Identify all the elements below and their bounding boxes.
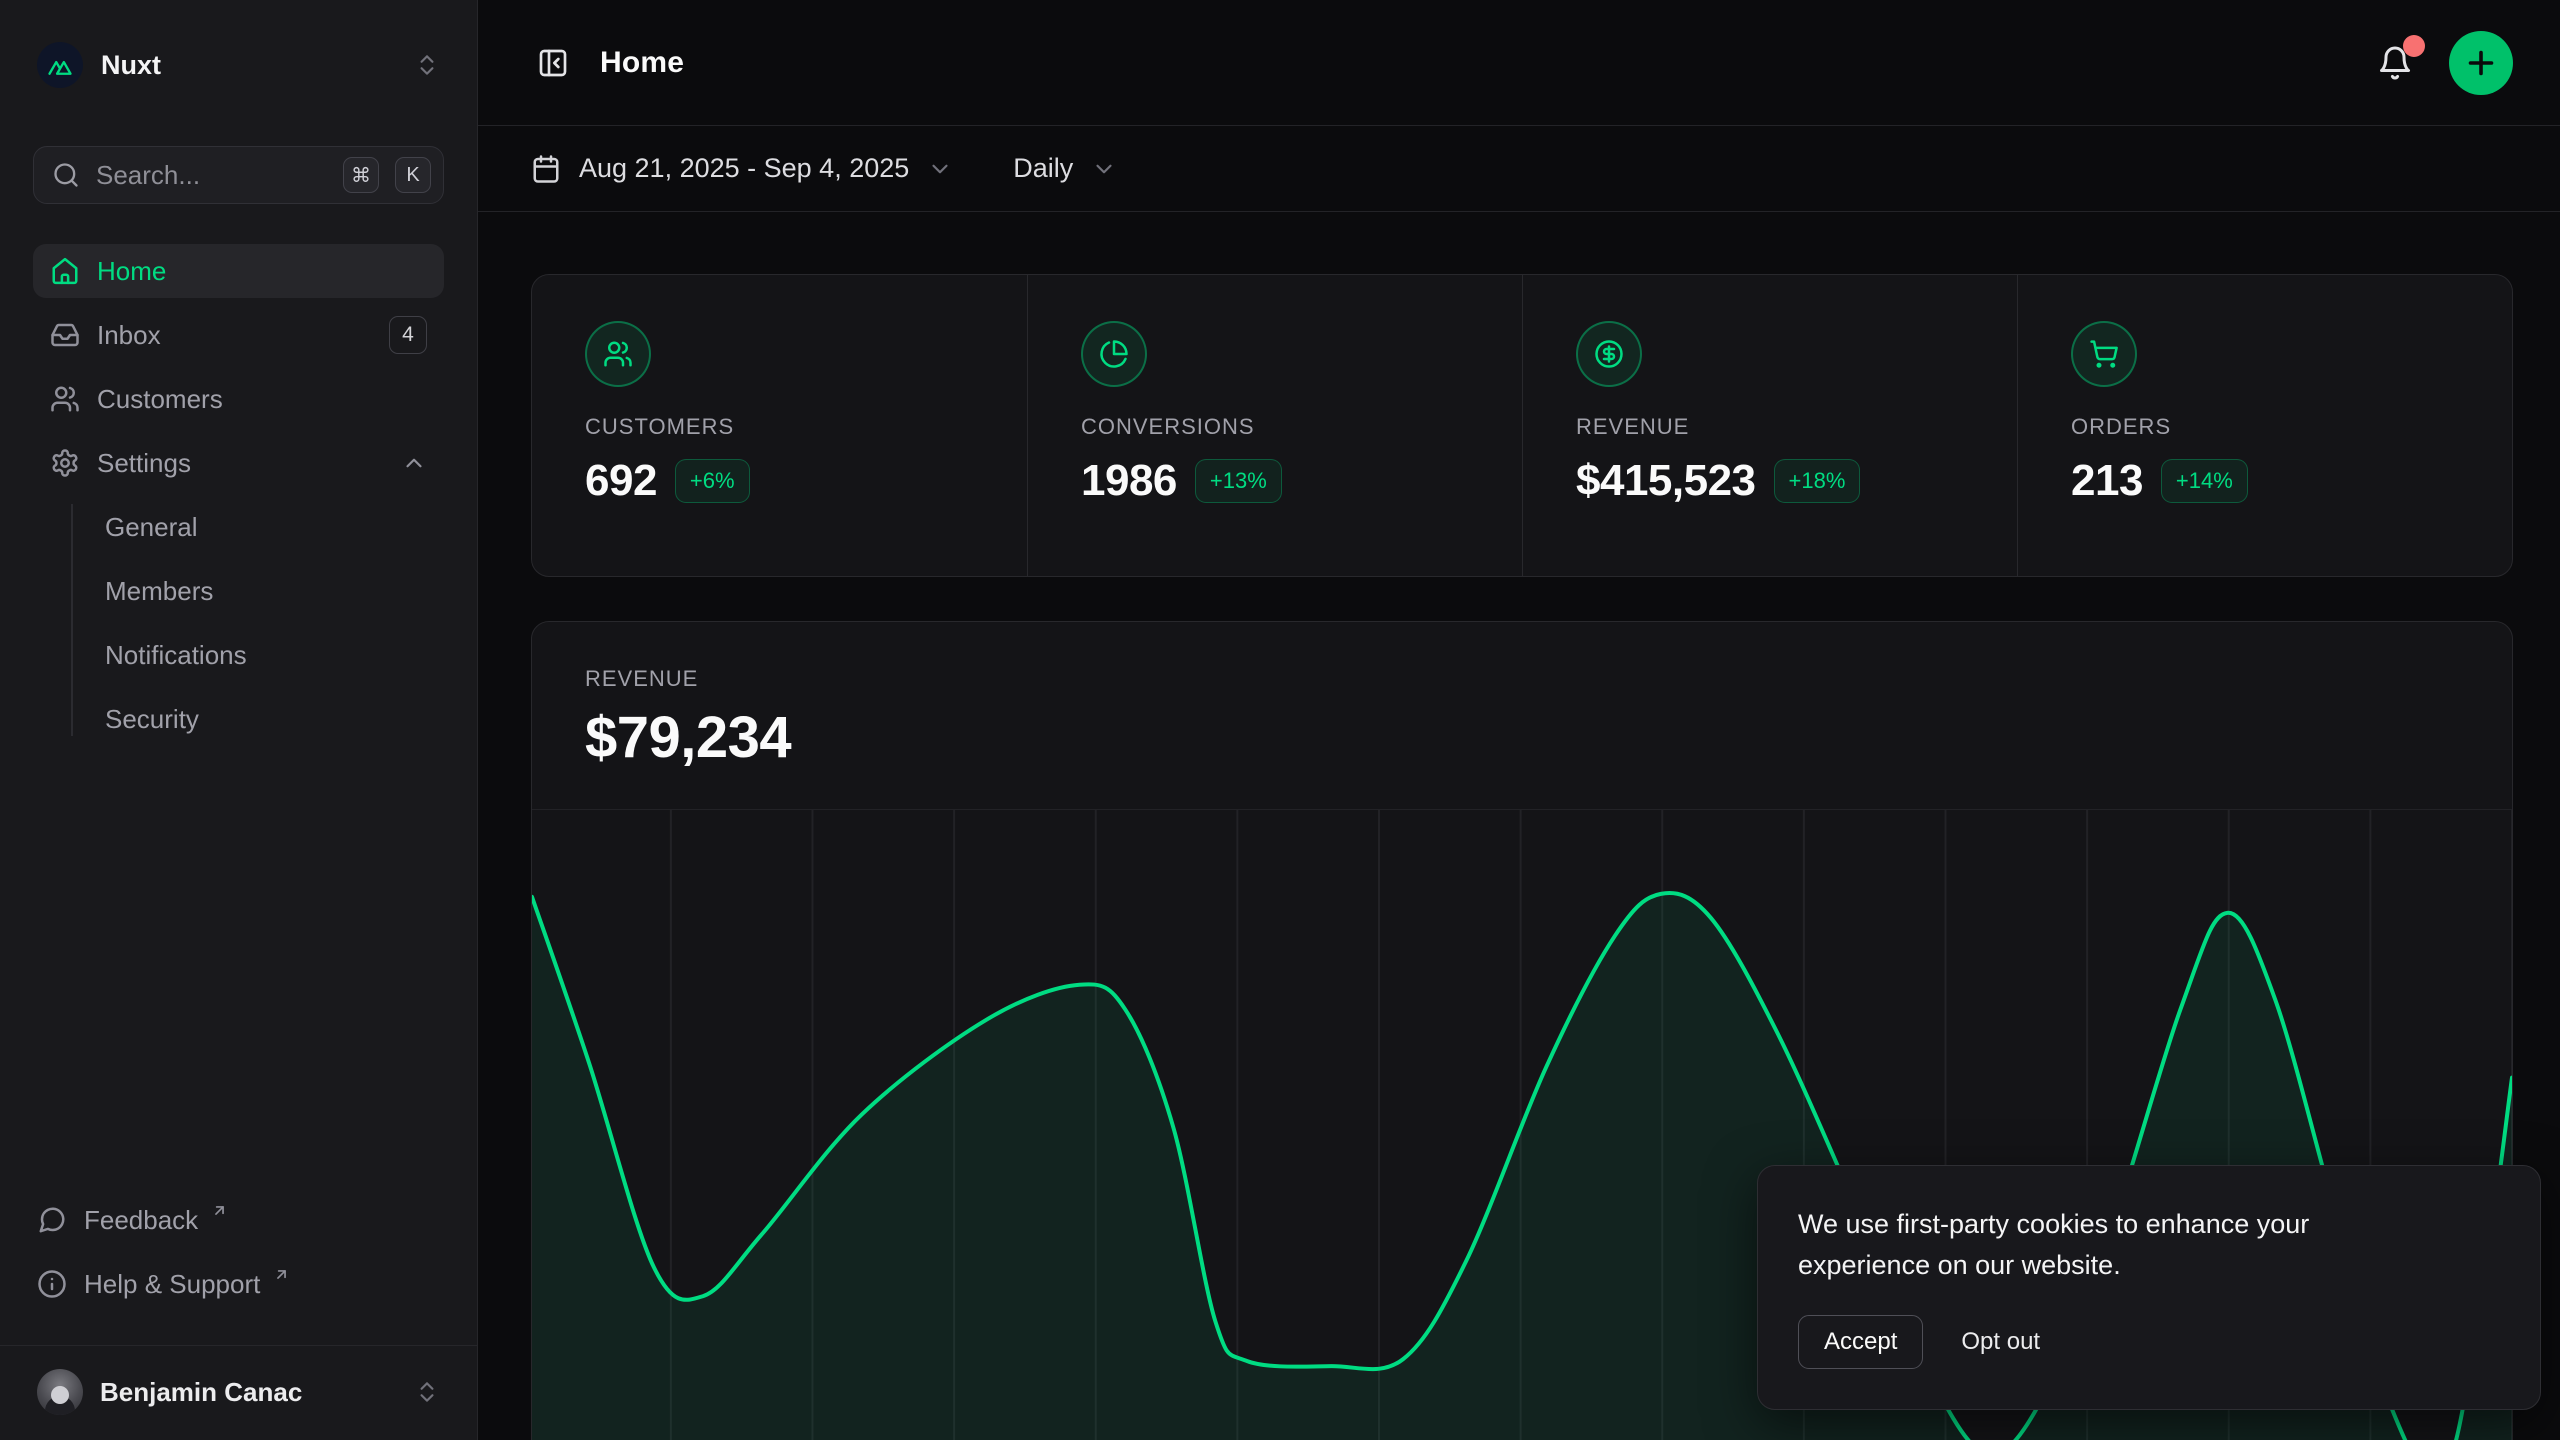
inbox-icon <box>50 320 80 350</box>
cookie-message: We use first-party cookies to enhance yo… <box>1798 1204 2378 1285</box>
sidebar-item-home[interactable]: Home <box>33 244 444 298</box>
chevron-up-icon[interactable] <box>401 450 427 476</box>
brand-name: Nuxt <box>101 50 398 81</box>
chevron-down-icon <box>1091 156 1117 182</box>
stat-delta-badge: +6% <box>675 459 750 503</box>
cookie-banner: We use first-party cookies to enhance yo… <box>1757 1165 2541 1410</box>
plus-icon <box>2463 45 2499 81</box>
inbox-count-badge: 4 <box>389 316 427 354</box>
sidebar-nav: Home Inbox 4 Customers Settings <box>33 244 444 756</box>
chevrons-up-down-icon <box>414 1379 440 1405</box>
stat-value: 692 <box>585 456 657 506</box>
help-support-label: Help & Support <box>84 1269 260 1300</box>
users-icon <box>585 321 651 387</box>
stat-label: ORDERS <box>2071 414 2512 440</box>
date-range-value: Aug 21, 2025 - Sep 4, 2025 <box>579 153 909 184</box>
stat-delta-badge: +14% <box>2161 459 2248 503</box>
filter-bar: Aug 21, 2025 - Sep 4, 2025 Daily <box>478 126 2560 212</box>
feedback-label: Feedback <box>84 1205 198 1236</box>
info-circle-icon <box>37 1269 67 1299</box>
chevron-down-icon <box>927 156 953 182</box>
chevrons-up-down-icon <box>414 52 440 78</box>
message-bubble-icon <box>37 1205 67 1235</box>
panel-left-close-icon <box>537 47 569 79</box>
settings-subnav: General Members Notifications Security <box>33 500 444 746</box>
sidebar-item-label: Settings <box>97 448 191 479</box>
kbd-k: K <box>395 157 431 193</box>
workspace-switcher[interactable]: Nuxt <box>33 40 444 90</box>
external-link-icon <box>211 1202 228 1219</box>
stat-label: REVENUE <box>1576 414 2017 440</box>
sidebar-item-label: Inbox <box>97 320 161 351</box>
search-box[interactable]: ⌘ K <box>33 146 444 204</box>
stat-delta-badge: +18% <box>1774 459 1861 503</box>
stat-value: 213 <box>2071 456 2143 506</box>
sidebar-item-customers[interactable]: Customers <box>33 372 444 426</box>
user-menu[interactable]: Benjamin Canac <box>33 1363 444 1421</box>
sidebar-spacer <box>33 756 444 1193</box>
sidebar-item-label: Home <box>97 256 166 287</box>
sidebar-item-label: Customers <box>97 384 223 415</box>
revenue-chart-label: REVENUE <box>585 666 2459 692</box>
user-section: Benjamin Canac <box>0 1345 477 1440</box>
stat-delta-badge: +13% <box>1195 459 1282 503</box>
stat-value: 1986 <box>1081 456 1177 506</box>
cookie-optout-button[interactable]: Opt out <box>1957 1316 2044 1368</box>
circle-dollar-icon <box>1576 321 1642 387</box>
date-range-picker[interactable]: Aug 21, 2025 - Sep 4, 2025 <box>531 153 953 184</box>
external-link-icon <box>273 1266 290 1283</box>
sidebar-footer: Feedback Help & Support <box>33 1193 444 1345</box>
nuxt-logo <box>37 42 83 88</box>
help-support-link[interactable]: Help & Support <box>33 1257 444 1311</box>
shopping-cart-icon <box>2071 321 2137 387</box>
search-input[interactable] <box>96 160 327 191</box>
user-name: Benjamin Canac <box>100 1377 397 1408</box>
sidebar-item-general[interactable]: General <box>105 500 444 554</box>
cookie-accept-button[interactable]: Accept <box>1798 1315 1923 1369</box>
stat-label: CONVERSIONS <box>1081 414 1522 440</box>
avatar <box>37 1369 83 1415</box>
granularity-value: Daily <box>1013 153 1073 184</box>
notification-dot <box>2403 35 2425 57</box>
feedback-link[interactable]: Feedback <box>33 1193 444 1247</box>
kbd-command: ⌘ <box>343 157 379 193</box>
gear-icon <box>50 448 80 478</box>
stats-panel: CUSTOMERS 692 +6% CONVERSIONS 1986 +13% <box>531 274 2513 577</box>
granularity-select[interactable]: Daily <box>1013 153 1117 184</box>
top-header: Home <box>478 0 2560 126</box>
users-icon <box>50 384 80 414</box>
calendar-icon <box>531 154 561 184</box>
sidebar-item-members[interactable]: Members <box>105 564 444 618</box>
stat-value: $415,523 <box>1576 456 1756 506</box>
pie-chart-icon <box>1081 321 1147 387</box>
collapse-sidebar-button[interactable] <box>531 41 575 85</box>
sidebar-item-inbox[interactable]: Inbox 4 <box>33 308 444 362</box>
notifications-button[interactable] <box>2371 39 2419 87</box>
house-icon <box>50 256 80 286</box>
sidebar-item-settings[interactable]: Settings <box>33 436 444 490</box>
page-title: Home <box>600 46 684 80</box>
add-button[interactable] <box>2449 31 2513 95</box>
stat-card-customers[interactable]: CUSTOMERS 692 +6% <box>532 275 1027 576</box>
stat-card-revenue[interactable]: REVENUE $415,523 +18% <box>1522 275 2017 576</box>
stat-label: CUSTOMERS <box>585 414 1027 440</box>
sidebar-item-notifications[interactable]: Notifications <box>105 628 444 682</box>
stat-card-orders[interactable]: ORDERS 213 +14% <box>2017 275 2512 576</box>
sidebar: Nuxt ⌘ K Home Inbo <box>0 0 478 1440</box>
stat-card-conversions[interactable]: CONVERSIONS 1986 +13% <box>1027 275 1522 576</box>
revenue-chart-value: $79,234 <box>585 704 2459 771</box>
search-icon <box>52 161 80 189</box>
sidebar-item-security[interactable]: Security <box>105 692 444 746</box>
